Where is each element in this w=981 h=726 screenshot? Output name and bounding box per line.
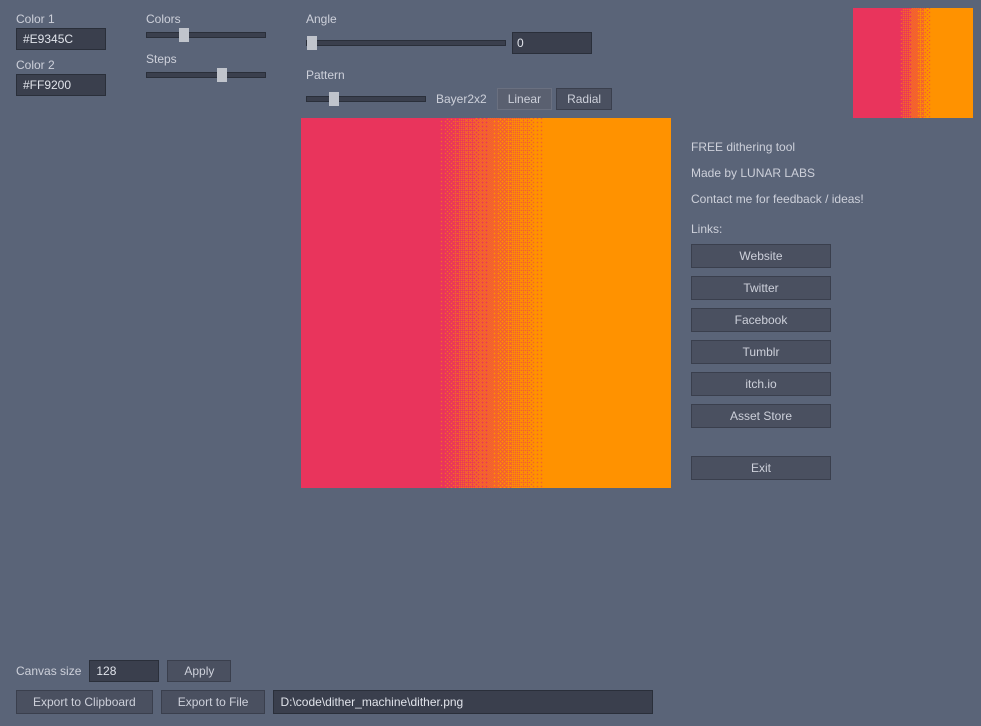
- dither-canvas-container: [301, 118, 671, 488]
- website-button[interactable]: Website: [691, 244, 831, 268]
- apply-button[interactable]: Apply: [167, 660, 231, 682]
- dither-canvas: [301, 118, 671, 488]
- pattern-slider[interactable]: [306, 96, 426, 102]
- color2-label: Color 2: [16, 58, 106, 72]
- steps-slider[interactable]: [146, 72, 266, 78]
- links-label: Links:: [691, 222, 864, 236]
- info-line2: Made by LUNAR LABS: [691, 164, 864, 182]
- file-path-input[interactable]: [273, 690, 653, 714]
- radial-mode-button[interactable]: Radial: [556, 88, 612, 110]
- info-line1: FREE dithering tool: [691, 138, 864, 156]
- right-panel: FREE dithering tool Made by LUNAR LABS C…: [691, 118, 864, 480]
- facebook-button[interactable]: Facebook: [691, 308, 831, 332]
- twitter-button[interactable]: Twitter: [691, 276, 831, 300]
- asset-store-button[interactable]: Asset Store: [691, 404, 831, 428]
- colors-label: Colors: [146, 12, 266, 26]
- tumblr-button[interactable]: Tumblr: [691, 340, 831, 364]
- canvas-size-input[interactable]: [89, 660, 159, 682]
- color1-input[interactable]: [16, 28, 106, 50]
- bottom-controls: Canvas size Apply Export to Clipboard Ex…: [0, 650, 981, 726]
- color1-label: Color 1: [16, 12, 106, 26]
- color2-input[interactable]: [16, 74, 106, 96]
- linear-mode-button[interactable]: Linear: [497, 88, 552, 110]
- pattern-name: Bayer2x2: [436, 92, 487, 106]
- itchio-button[interactable]: itch.io: [691, 372, 831, 396]
- export-file-button[interactable]: Export to File: [161, 690, 266, 714]
- export-clipboard-button[interactable]: Export to Clipboard: [16, 690, 153, 714]
- exit-button[interactable]: Exit: [691, 456, 831, 480]
- pattern-label: Pattern: [306, 68, 612, 82]
- canvas-size-label: Canvas size: [16, 664, 81, 678]
- angle-slider[interactable]: [306, 40, 506, 46]
- angle-input[interactable]: [512, 32, 592, 54]
- steps-label: Steps: [146, 52, 266, 66]
- angle-label: Angle: [306, 12, 612, 26]
- colors-slider[interactable]: [146, 32, 266, 38]
- preview-thumbnail: [853, 8, 973, 118]
- info-contact: Contact me for feedback / ideas!: [691, 190, 864, 208]
